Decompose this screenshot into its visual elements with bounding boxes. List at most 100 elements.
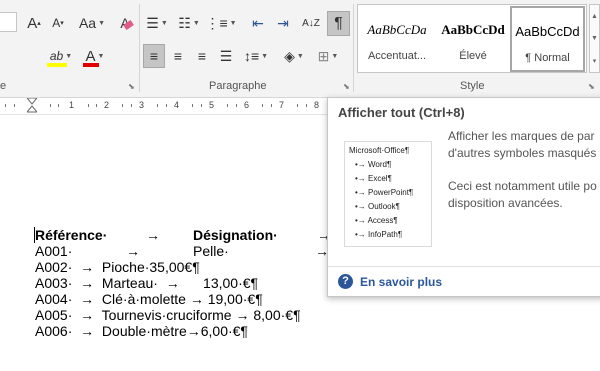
ruler-label: 8 (314, 100, 320, 110)
sort-button[interactable]: A↓Z (300, 12, 322, 34)
row-ref: A001· (35, 243, 73, 259)
numbering-icon: ☷ (178, 14, 191, 31)
group-divider (353, 4, 354, 92)
clear-formatting-button[interactable]: A (114, 12, 136, 34)
style-group-launcher[interactable]: ⬊ (588, 82, 595, 91)
style-accentuation[interactable]: AaBbCcDa Accentuat... (360, 6, 434, 72)
tooltip-divider (328, 266, 600, 267)
preview-item: •→ PowerPoint¶ (355, 188, 414, 197)
style-gallery: AaBbCcDa Accentuat... AaBbCcDd Élevé AaB… (357, 4, 587, 73)
bullets-button[interactable]: ☰ ▼ (143, 12, 171, 34)
preview-item: •→ Outlook¶ (355, 202, 400, 211)
ruler-label: 4 (174, 100, 180, 110)
tooltip-note-line: Ceci est notamment utile po (448, 179, 597, 193)
style-normal[interactable]: AaBbCcDd ¶ Normal (510, 6, 585, 72)
justify-icon: ☰ (219, 47, 233, 64)
decrease-indent-icon: ⇤ (252, 14, 264, 31)
highlighter-icon: ab (49, 49, 64, 63)
align-right-button[interactable]: ≡ (191, 44, 213, 68)
group-divider (139, 4, 140, 92)
style-sample: AaBbCcDd (515, 24, 580, 39)
shrink-font-icon: A (52, 16, 61, 30)
table-row: A004· → Clé·à·molette → 19,00·€¶ (35, 291, 263, 307)
ribbon: A▴ A▾ Aa▼ A ab▼ A▼ e ⬊ ☰▼ ☷▼ ⋮≡▼ ⇤ ⇥ A↓Z… (0, 0, 600, 98)
style-sample: AaBbCcDd (441, 22, 505, 37)
table-row: A003· → Marteau· → 13,00·€¶ (35, 275, 259, 291)
change-case-button[interactable]: Aa ▼ (76, 12, 108, 34)
style-group-label: Style (460, 80, 485, 92)
multilevel-list-icon: ⋮≡ (205, 14, 228, 31)
highlight-button[interactable]: ab ▼ (44, 44, 78, 68)
font-color-button[interactable]: A ▼ (80, 44, 110, 68)
show-marks-button[interactable]: ¶ (327, 11, 350, 36)
font-size-box[interactable] (0, 12, 17, 32)
style-gallery-scroll[interactable]: ▲ ▼ ▾ (589, 4, 600, 73)
tooltip-title: Afficher tout (Ctrl+8) (338, 105, 465, 120)
preview-heading: Microsoft·Office¶ (349, 146, 410, 155)
tab-arrow: → (146, 227, 160, 243)
help-icon[interactable]: ? (338, 274, 353, 289)
style-name: ¶ Normal (525, 52, 570, 64)
header-reference: Référence· (35, 227, 108, 243)
table-row: A006· → Double·mètre→6,00·€¶ (35, 323, 248, 339)
style-sample: AaBbCcDa (367, 22, 427, 37)
paint-bucket-icon: ◈ (284, 47, 295, 64)
preview-item: •→ Excel¶ (355, 174, 392, 183)
scroll-down-icon[interactable]: ▼ (591, 35, 598, 42)
increase-indent-button[interactable]: ⇥ (272, 12, 294, 34)
grow-font-icon: A (27, 14, 38, 32)
font-color-icon: A (85, 47, 96, 65)
line-spacing-button[interactable]: ↕≡ ▼ (241, 44, 271, 68)
tooltip-preview-image: Microsoft·Office¶ •→ Word¶ •→ Excel¶ •→ … (344, 141, 432, 247)
ruler-label: 1 (69, 100, 75, 110)
indent-marker[interactable] (25, 97, 39, 114)
tab-arrow: → (126, 243, 140, 259)
align-center-button[interactable]: ≡ (167, 44, 189, 68)
table-row: A005· → Tournevis·cruciforme → 8,00·€¶ (35, 307, 301, 323)
bullets-icon: ☰ (146, 14, 159, 31)
align-left-button[interactable]: ≡ (143, 44, 165, 68)
ruler-label: 5 (209, 100, 215, 110)
sort-icon: A↓Z (302, 17, 320, 29)
learn-more-link[interactable]: En savoir plus (360, 275, 442, 289)
grow-font-button[interactable]: A ▴ (24, 12, 44, 34)
style-eleve[interactable]: AaBbCcDd Élevé (436, 6, 510, 72)
borders-icon: ⊞ (317, 47, 330, 64)
change-case-icon: Aa (78, 15, 97, 31)
shading-button[interactable]: ◈ ▼ (279, 44, 309, 68)
tooltip-note-line: disposition avancées. (448, 196, 563, 210)
row-designation: Pelle· (193, 243, 229, 259)
ruler-label: 2 (104, 100, 110, 110)
font-group-label: e (0, 80, 7, 92)
more-styles-icon[interactable]: ▾ (593, 57, 597, 65)
line-spacing-icon: ↕≡ (243, 48, 260, 64)
align-center-icon: ≡ (173, 48, 183, 64)
justify-button[interactable]: ☰ (215, 44, 237, 68)
font-color-bar (83, 63, 99, 67)
show-all-tooltip: Afficher tout (Ctrl+8) Microsoft·Office¶… (327, 97, 600, 297)
borders-button[interactable]: ⊞ ▼ (313, 44, 343, 68)
paragraph-group-launcher[interactable]: ⬊ (343, 82, 350, 91)
ruler-label: 6 (244, 100, 250, 110)
ruler-label: 7 (279, 100, 285, 110)
pilcrow-icon: ¶ (334, 14, 343, 32)
table-row: A002· → Pioche·35,00€¶ (35, 259, 200, 275)
numbering-button[interactable]: ☷ ▼ (175, 12, 203, 34)
header-designation: Désignation· (193, 227, 278, 243)
tooltip-description-line: Afficher les marques de par (448, 129, 595, 143)
scroll-up-icon[interactable]: ▲ (591, 13, 598, 20)
style-name: Accentuat... (367, 50, 427, 62)
tooltip-description-line: d'autres symboles masqués (448, 146, 597, 160)
align-left-icon: ≡ (149, 48, 159, 64)
paragraph-group-label: Paragraphe (209, 80, 267, 92)
multilevel-list-button[interactable]: ⋮≡ ▼ (205, 12, 236, 34)
shrink-font-button[interactable]: A ▾ (48, 12, 68, 34)
increase-indent-icon: ⇥ (277, 14, 289, 31)
ruler-label: 3 (139, 100, 145, 110)
preview-item: •→ Word¶ (355, 160, 392, 169)
font-group-launcher[interactable]: ⬊ (128, 82, 135, 91)
style-name: Élevé (459, 50, 487, 62)
decrease-indent-button[interactable]: ⇤ (247, 12, 269, 34)
highlight-color-bar (47, 63, 67, 67)
align-right-icon: ≡ (197, 48, 207, 64)
